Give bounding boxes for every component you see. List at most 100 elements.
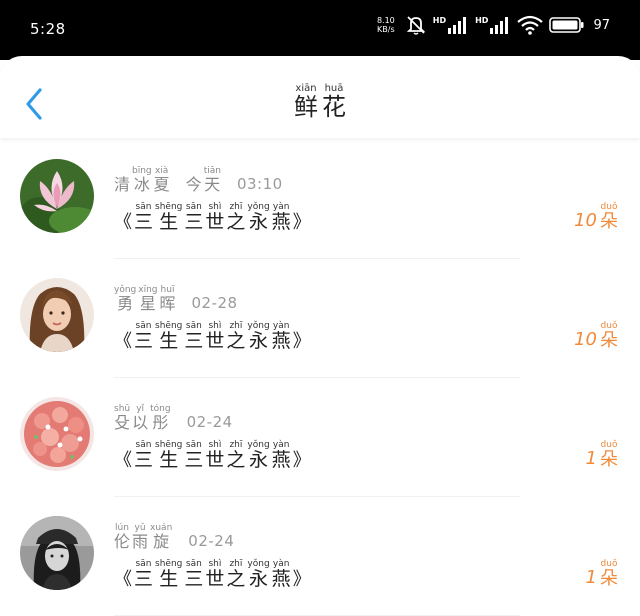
name-char: xuán 旋: [150, 523, 172, 551]
sender-name[interactable]: lún 伦 yǔ 雨 xuán 旋: [114, 523, 172, 551]
flower-count: 1 duǒ 朵: [586, 559, 618, 589]
hanzi: 天: [204, 175, 221, 194]
hanzi: 星: [139, 294, 156, 313]
hanzi: 朵: [600, 568, 618, 589]
avatar[interactable]: [20, 159, 94, 233]
page-title: xiān 鲜 huā 花: [0, 83, 640, 121]
count-unit: duǒ 朵: [600, 202, 618, 232]
sender-name[interactable]: shū 殳 yǐ 以 tóng 彤: [114, 404, 171, 432]
gift-char: zhī 之: [226, 440, 245, 471]
signal-2-icon: HD: [475, 16, 511, 34]
sender-name[interactable]: 清 bīng 冰 xià 夏: [114, 166, 170, 194]
hanzi: 生: [159, 449, 179, 471]
battery-percent: 97: [593, 17, 610, 33]
gift-char: sān 三: [184, 440, 203, 471]
count-unit: duǒ 朵: [600, 321, 618, 351]
flower-count: 1 duǒ 朵: [586, 440, 618, 470]
gift-open-bracket: 《: [114, 569, 132, 591]
name-char: yǒng 勇: [114, 285, 136, 313]
gift-char: zhī 之: [226, 321, 245, 352]
hanzi: 三: [184, 330, 204, 352]
gift-close-bracket: 》: [292, 212, 311, 234]
avatar[interactable]: [20, 516, 94, 590]
gift-char: sān 三: [184, 321, 203, 352]
gift-name: 《 sān 三 shēng 生 sān 三 shì 世 zhī 之 yǒng 永 yàn 燕》: [114, 321, 311, 352]
hd-label-1: HD: [432, 16, 447, 25]
hanzi: 生: [159, 330, 179, 352]
gift-char: shì 世: [205, 440, 224, 471]
gift-close-bracket: 》: [292, 450, 311, 472]
list-item[interactable]: 清 bīng 冰 xià 夏今 tiān 天 03:10 《 sān 三 shēng 生 sān 三 shì 世…: [0, 140, 640, 259]
gift-char: sān 三: [184, 559, 203, 590]
title-char: huā 花: [322, 83, 346, 121]
hanzi: 生: [159, 211, 179, 233]
hanzi: 世: [205, 449, 225, 471]
name-char: yǔ 雨: [132, 523, 148, 551]
gift-char: shēng 生: [155, 321, 182, 352]
avatar[interactable]: [20, 397, 94, 471]
avatar[interactable]: [20, 278, 94, 352]
gift-char: yàn 燕: [272, 202, 291, 233]
title-char: xiān 鲜: [294, 83, 318, 121]
name-char: xià 夏: [154, 166, 170, 194]
page-header: xiān 鲜 huā 花: [0, 56, 640, 138]
name-char: lún 伦: [114, 523, 130, 551]
hanzi: 勇: [117, 294, 134, 313]
net-speed-unit: KB/s: [377, 25, 395, 34]
hanzi: 朵: [600, 449, 618, 470]
hanzi: 清: [114, 175, 131, 194]
hanzi: 之: [226, 449, 246, 471]
hanzi: 燕: [271, 330, 291, 352]
hanzi: 永: [249, 330, 269, 352]
hanzi: 永: [249, 568, 269, 590]
count-number: 1: [585, 567, 597, 589]
gift-name: 《 sān 三 shēng 生 sān 三 shì 世 zhī 之 yǒng 永 yàn 燕》: [114, 559, 311, 590]
sender-name[interactable]: yǒng 勇 xīng 星 huī 晖: [114, 285, 176, 313]
status-time: 5:28: [30, 20, 66, 38]
hanzi: 朵: [600, 330, 618, 351]
hanzi: 之: [226, 211, 246, 233]
send-time: 02-28: [191, 293, 238, 312]
battery-icon: [549, 16, 585, 34]
hanzi: 今: [185, 175, 202, 194]
gift-close-bracket: 》: [292, 331, 311, 353]
hanzi: 永: [249, 449, 269, 471]
wifi-icon: [517, 15, 544, 35]
gift-char: sān 三: [134, 440, 153, 471]
count-number: 10: [574, 329, 597, 351]
hanzi: 夏: [153, 175, 170, 194]
list-item[interactable]: yǒng 勇 xīng 星 huī 晖 02-28 《 sān 三 shēng 生 sān 三 shì 世 zh…: [0, 259, 640, 378]
list-item[interactable]: shū 殳 yǐ 以 tóng 彤 02-24 《 sān 三 shēng 生 sān 三 shì 世 zhī 之…: [0, 378, 640, 497]
status-icons: 8.10 KB/s HD HD 97: [377, 14, 610, 36]
gift-char: yàn 燕: [272, 321, 291, 352]
hanzi: 世: [205, 211, 225, 233]
list-item[interactable]: lún 伦 yǔ 雨 xuán 旋 02-24 《 sān 三 shēng 生 sān 三 shì 世 zhī 之…: [0, 497, 640, 616]
hanzi: 殳: [114, 413, 131, 432]
record-meta: yǒng 勇 xīng 星 huī 晖 02-28: [114, 285, 238, 313]
hanzi: 三: [184, 568, 204, 590]
net-speed-value: 8.10: [376, 16, 395, 25]
hanzi: 之: [226, 330, 246, 352]
count-unit: duǒ 朵: [600, 559, 618, 589]
gift-char: yǒng 永: [247, 321, 269, 352]
hanzi: 生: [159, 568, 179, 590]
hanzi: 伦: [114, 532, 131, 551]
status-bar: 5:28 8.10 KB/s HD HD 97: [0, 0, 640, 60]
gift-char: sān 三: [134, 559, 153, 590]
gift-close-bracket: 》: [292, 569, 311, 591]
hanzi: 燕: [271, 449, 291, 471]
gift-char: yàn 燕: [272, 559, 291, 590]
hanzi: 三: [184, 449, 204, 471]
gift-name: 《 sān 三 shēng 生 sān 三 shì 世 zhī 之 yǒng 永 yàn 燕》: [114, 440, 311, 471]
gift-char: sān 三: [134, 321, 153, 352]
hanzi: 三: [134, 568, 154, 590]
hd-label-2: HD: [475, 16, 489, 25]
day-char: tiān 天: [204, 166, 221, 194]
name-char: huī 晖: [160, 285, 176, 313]
name-char: yǐ 以: [132, 404, 148, 432]
hanzi: 燕: [271, 211, 291, 233]
hanzi: 三: [184, 211, 204, 233]
gift-record-list: 清 bīng 冰 xià 夏今 tiān 天 03:10 《 sān 三 shēng 生 sān 三 shì 世…: [0, 140, 640, 616]
count-unit: duǒ 朵: [600, 440, 618, 470]
hanzi: 彤: [152, 413, 169, 432]
